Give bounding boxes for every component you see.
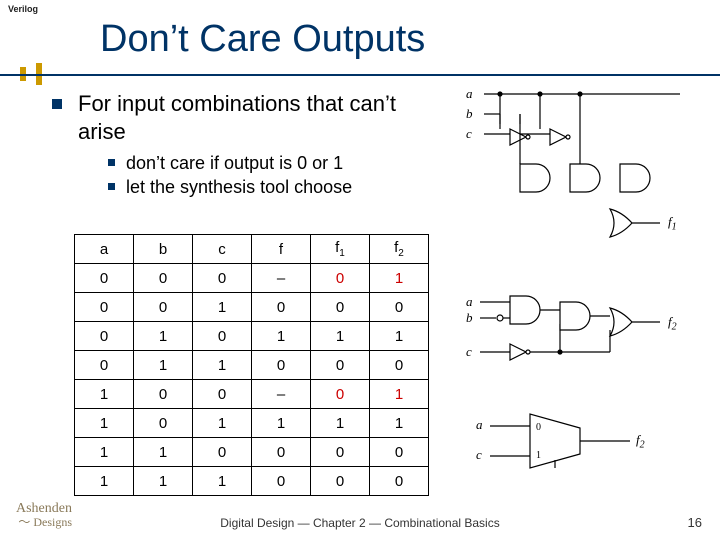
table-cell: 1: [193, 467, 252, 496]
table-cell: 0: [134, 293, 193, 322]
table-cell: 1: [252, 322, 311, 351]
svg-text:1: 1: [536, 450, 541, 461]
table-row: 001000: [75, 293, 429, 322]
table-cell: 0: [370, 438, 429, 467]
table-cell: 0: [311, 293, 370, 322]
table-cell: 1: [134, 322, 193, 351]
table-cell: 1: [193, 409, 252, 438]
truth-table: a b c f f1 f2 000–0100100001011101100010…: [74, 234, 429, 496]
table-cell: 1: [370, 322, 429, 351]
table-row: 100–01: [75, 380, 429, 409]
bullet-l1-text: For input combinations that can’t arise: [78, 91, 396, 144]
table-cell: 1: [134, 351, 193, 380]
bullet-l2b: let the synthesis tool choose: [108, 175, 412, 199]
table-cell: 0: [75, 322, 134, 351]
table-cell: 0: [370, 351, 429, 380]
table-row: 011000: [75, 351, 429, 380]
circuit-svg-1: [460, 84, 700, 254]
footer-text: Digital Design — Chapter 2 — Combination…: [0, 516, 720, 530]
table-cell: 0: [311, 351, 370, 380]
table-cell: 0: [193, 438, 252, 467]
table-cell: 1: [75, 467, 134, 496]
circuit-svg-2: [460, 290, 700, 400]
bullet-l1: For input combinations that can’t arise …: [52, 90, 412, 200]
circuit-diagram-mux: 0 1 a c f2: [470, 408, 700, 492]
d1-label-a: a: [466, 86, 473, 102]
table-cell: 0: [311, 380, 370, 409]
table-cell: 1: [370, 409, 429, 438]
title-divider: [0, 74, 720, 76]
table-cell: 0: [252, 293, 311, 322]
table-cell: 1: [193, 351, 252, 380]
page-title: Don’t Care Outputs: [100, 18, 425, 61]
truth-table-grid: a b c f f1 f2 000–0100100001011101100010…: [74, 234, 429, 496]
table-cell: 0: [311, 438, 370, 467]
col-b: b: [134, 235, 193, 264]
logo-line1: Ashenden: [16, 502, 72, 516]
table-cell: –: [252, 264, 311, 293]
table-cell: 0: [75, 293, 134, 322]
d2-label-out: f2: [668, 314, 677, 333]
table-cell: 0: [193, 380, 252, 409]
d3-label-a: a: [476, 417, 483, 433]
table-row: 010111: [75, 322, 429, 351]
table-cell: 0: [75, 264, 134, 293]
table-row: 111000: [75, 467, 429, 496]
table-cell: 1: [370, 264, 429, 293]
col-a: a: [75, 235, 134, 264]
table-cell: 0: [193, 322, 252, 351]
table-cell: 0: [252, 438, 311, 467]
table-cell: 0: [370, 467, 429, 496]
body-text: For input combinations that can’t arise …: [52, 90, 412, 208]
table-cell: 1: [134, 438, 193, 467]
circuit-diagram-f2a: a b c f2: [460, 290, 700, 404]
d3-label-c: c: [476, 447, 482, 463]
table-cell: 0: [252, 351, 311, 380]
page-number: 16: [688, 515, 702, 530]
table-row: 110000: [75, 438, 429, 467]
circuit-diagram-f1: a b c f1: [460, 84, 700, 258]
d2-label-c: c: [466, 344, 472, 360]
table-cell: 1: [252, 409, 311, 438]
table-cell: 1: [75, 409, 134, 438]
table-row: 101111: [75, 409, 429, 438]
table-row: 000–01: [75, 264, 429, 293]
d1-label-b: b: [466, 106, 473, 122]
col-f: f: [252, 235, 311, 264]
table-cell: 0: [193, 264, 252, 293]
table-cell: 0: [134, 409, 193, 438]
table-cell: 1: [370, 380, 429, 409]
table-cell: 0: [134, 264, 193, 293]
d2-label-a: a: [466, 294, 473, 310]
col-f1: f1: [311, 235, 370, 264]
table-cell: 1: [311, 322, 370, 351]
d3-label-out: f2: [636, 432, 645, 451]
table-cell: 0: [252, 467, 311, 496]
d2-label-b: b: [466, 310, 473, 326]
table-cell: 1: [193, 293, 252, 322]
svg-text:0: 0: [536, 422, 541, 433]
table-cell: 0: [311, 467, 370, 496]
title-area: Don’t Care Outputs: [0, 16, 720, 76]
col-f2: f2: [370, 235, 429, 264]
table-cell: 1: [311, 409, 370, 438]
table-cell: 0: [311, 264, 370, 293]
col-c: c: [193, 235, 252, 264]
table-cell: 0: [75, 351, 134, 380]
table-cell: 0: [134, 380, 193, 409]
table-cell: 0: [370, 293, 429, 322]
d1-label-out: f1: [668, 214, 677, 233]
d1-label-c: c: [466, 126, 472, 142]
header-label: Verilog: [8, 4, 38, 14]
table-header-row: a b c f f1 f2: [75, 235, 429, 264]
table-cell: 1: [75, 380, 134, 409]
circuit-svg-3: 0 1: [470, 408, 700, 488]
table-cell: 1: [75, 438, 134, 467]
bullet-l2a: don’t care if output is 0 or 1: [108, 151, 412, 175]
table-cell: –: [252, 380, 311, 409]
table-cell: 1: [134, 467, 193, 496]
